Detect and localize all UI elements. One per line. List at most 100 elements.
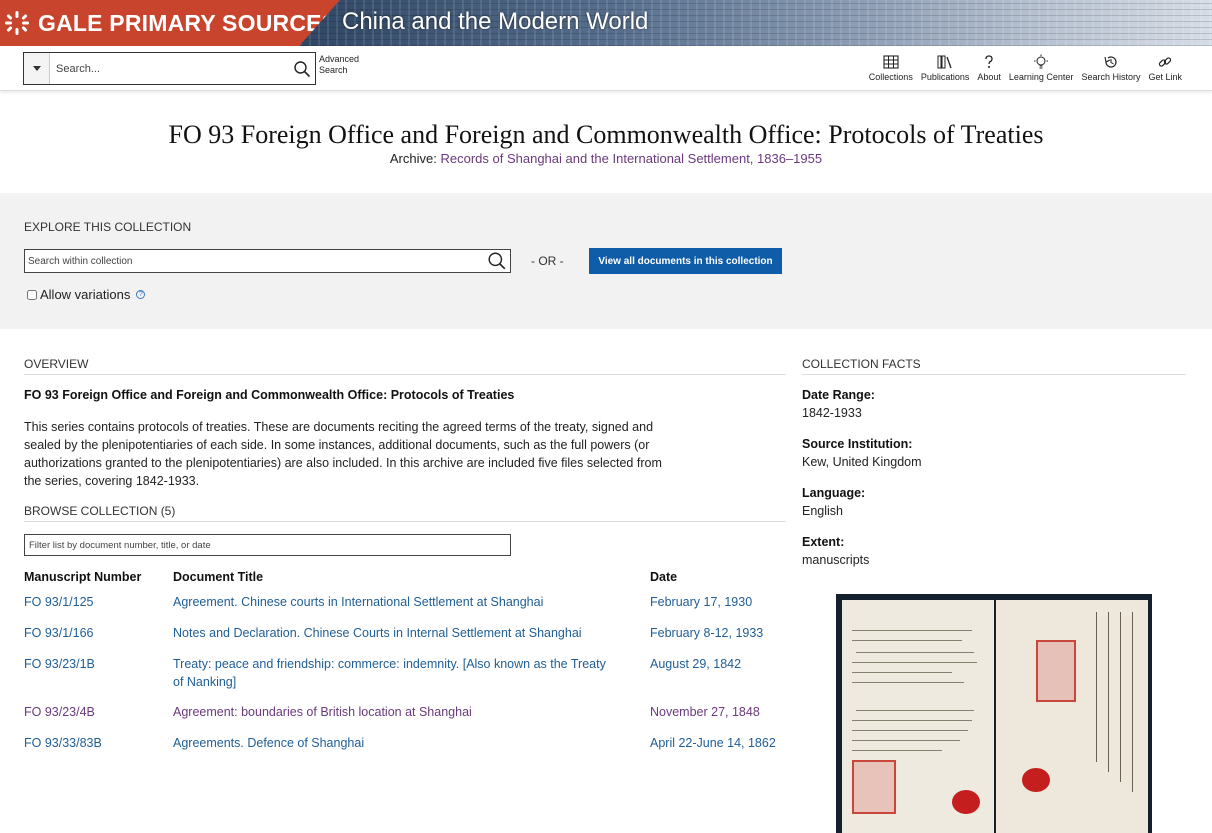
row-title-link[interactable]: Agreement. Chinese courts in Internation… [173, 593, 633, 611]
handwriting-line [852, 720, 972, 721]
row-title-link[interactable]: Treaty: peace and friendship: commerce: … [173, 655, 613, 691]
nav-label: Get Link [1148, 72, 1182, 82]
explore-heading: EXPLORE THIS COLLECTION [24, 220, 192, 234]
view-all-button[interactable]: View all documents in this collection [589, 248, 782, 274]
red-stamp [1036, 640, 1076, 702]
fact-value: Kew, United Kingdom [802, 455, 922, 469]
handwriting-line [852, 730, 968, 731]
allow-variations[interactable]: Allow variations ? [27, 287, 146, 302]
facts-heading: COLLECTION FACTS [802, 357, 1186, 375]
column-header-title[interactable]: Document Title [173, 570, 263, 584]
handwriting-line [852, 740, 960, 741]
column-header-number[interactable]: Manuscript Number [24, 570, 141, 584]
chinese-text-column [1108, 612, 1109, 772]
allow-variations-label: Allow variations [40, 287, 131, 302]
link-icon [1159, 57, 1172, 67]
nav-about[interactable]: About [973, 54, 1005, 82]
fact-label: Source Institution: [802, 437, 913, 451]
caret-down-icon [32, 66, 41, 71]
fact-value: English [802, 504, 843, 518]
row-date-link[interactable]: February 17, 1930 [650, 593, 752, 611]
browse-heading: BROWSE COLLECTION (5) [24, 504, 786, 522]
brand-logo-area[interactable]: GALE PRIMARY SOURCES [0, 0, 340, 46]
chinese-text-column [1120, 612, 1121, 782]
nav-search-history[interactable]: Search History [1077, 54, 1144, 82]
collection-search [24, 249, 511, 273]
handwriting-line [856, 710, 974, 711]
grid-icon [883, 55, 899, 69]
allow-variations-checkbox[interactable] [27, 289, 37, 300]
nav-publications[interactable]: Publications [917, 54, 974, 82]
filter-input[interactable] [24, 534, 511, 556]
handwriting-line [856, 652, 974, 653]
row-number-link[interactable]: FO 93/1/125 [24, 593, 94, 611]
nav-label: Collections [868, 72, 913, 82]
fact-label: Extent: [802, 535, 845, 549]
utility-nav: Collections Publications About Learning … [865, 54, 1186, 82]
wax-seal [952, 790, 980, 814]
nav-get-link[interactable]: Get Link [1144, 54, 1186, 82]
fact-label: Date Range: [802, 388, 875, 402]
search-icon[interactable] [487, 251, 507, 271]
global-search-input[interactable] [50, 62, 289, 75]
advanced-search-link[interactable]: Advanced Search [319, 54, 369, 76]
help-icon[interactable]: ? [136, 290, 146, 299]
collection-search-input[interactable] [25, 255, 487, 267]
lightbulb-icon [1034, 54, 1049, 69]
row-number-link[interactable]: FO 93/1/166 [24, 624, 94, 642]
overview-title: FO 93 Foreign Office and Foreign and Com… [24, 388, 515, 402]
wax-seal [1022, 768, 1050, 792]
top-banner: GALE PRIMARY SOURCES China and the Moder… [0, 0, 1212, 46]
page-title: FO 93 Foreign Office and Foreign and Com… [168, 120, 1044, 149]
archive-label: Archive: [389, 151, 437, 166]
red-stamp [852, 760, 896, 814]
row-date-link[interactable]: November 27, 1848 [650, 703, 760, 721]
fact-value: manuscripts [802, 553, 870, 567]
books-icon [937, 55, 952, 69]
manuscript-page-right [996, 600, 1148, 833]
row-number-link[interactable]: FO 93/33/83B [24, 734, 102, 752]
gale-logo-icon [4, 10, 30, 36]
handwriting-line [852, 682, 964, 683]
archive-line: Archive: Records of Shanghai and the Int… [0, 151, 1212, 166]
search-scope-dropdown[interactable] [24, 53, 50, 84]
nav-collections[interactable]: Collections [865, 54, 917, 82]
row-title-link[interactable]: Agreements. Defence of Shanghai [173, 734, 633, 752]
global-search [23, 52, 316, 85]
column-header-date[interactable]: Date [650, 570, 677, 584]
brand-name: GALE PRIMARY SOURCES [38, 9, 338, 36]
row-number-link[interactable]: FO 93/23/1B [24, 655, 95, 673]
nav-label: About [977, 72, 1001, 82]
collection-name: China and the Modern World [342, 8, 649, 35]
chinese-text-column [1096, 612, 1097, 762]
question-icon [985, 55, 993, 68]
row-date-link[interactable]: August 29, 1842 [650, 655, 741, 673]
handwriting-line [852, 672, 952, 673]
overview-description: This series contains protocols of treati… [24, 420, 662, 488]
row-date-link[interactable]: February 8-12, 1933 [650, 624, 763, 642]
collection-image[interactable] [836, 594, 1152, 833]
history-icon [1104, 56, 1117, 68]
chinese-text-column [1132, 612, 1133, 792]
handwriting-line [852, 630, 972, 631]
or-separator: - OR - [531, 254, 564, 268]
toolbar: Advanced Search Collections Publications… [0, 46, 1212, 91]
row-title-link[interactable]: Notes and Declaration. Chinese Courts in… [173, 624, 633, 642]
search-button[interactable] [289, 53, 315, 84]
handwriting-line [852, 640, 962, 641]
explore-section: EXPLORE THIS COLLECTION - OR - View all … [0, 193, 1212, 329]
row-date-link[interactable]: April 22-June 14, 1862 [650, 734, 776, 752]
handwriting-line [852, 662, 977, 663]
row-number-link[interactable]: FO 93/23/4B [24, 703, 95, 721]
archive-link[interactable]: Records of Shanghai and the Internationa… [440, 151, 822, 166]
fact-label: Language: [802, 486, 866, 500]
advanced-search-line2: Search [319, 65, 348, 75]
row-title-link[interactable]: Agreement: boundaries of British locatio… [173, 703, 633, 721]
nav-label: Search History [1081, 72, 1141, 82]
fact-value: 1842-1933 [802, 406, 862, 420]
manuscript-page-left [842, 600, 994, 833]
nav-label: Publications [920, 72, 970, 82]
nav-learning-center[interactable]: Learning Center [1005, 54, 1078, 82]
handwriting-line [852, 750, 942, 751]
search-icon [294, 60, 311, 77]
